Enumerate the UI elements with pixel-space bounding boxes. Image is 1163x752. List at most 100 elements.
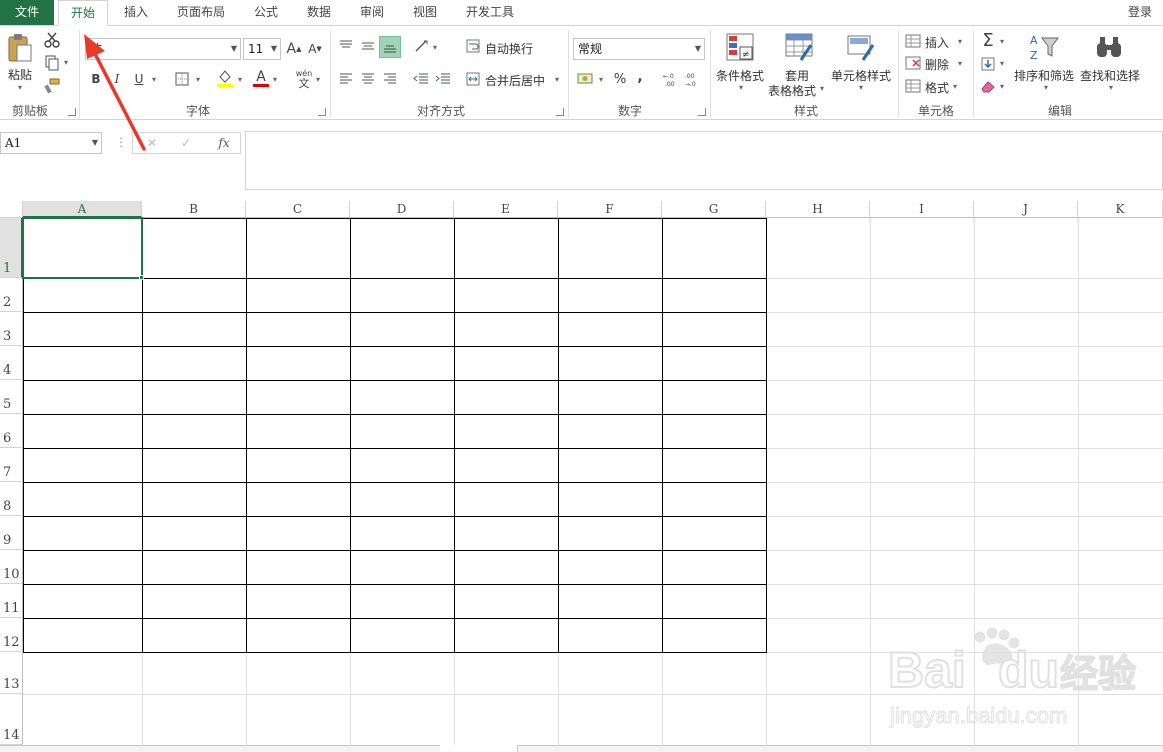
- row-header-7[interactable]: 7: [0, 448, 23, 482]
- borders-dropdown-icon[interactable]: ▾: [196, 75, 200, 84]
- cut-icon[interactable]: [43, 32, 61, 48]
- merge-dropdown-icon[interactable]: ▾: [555, 75, 559, 84]
- tab-view[interactable]: 视图: [402, 0, 448, 25]
- format-cells-button[interactable]: 格式: [925, 79, 949, 96]
- conditional-formatting-icon[interactable]: ≠: [725, 32, 755, 62]
- delete-cells-button[interactable]: 删除: [925, 56, 949, 73]
- select-all-corner[interactable]: [0, 201, 23, 218]
- delete-cells-icon[interactable]: [905, 56, 921, 70]
- increase-decimal-icon[interactable]: ←.0.00: [662, 70, 680, 88]
- merge-center-icon[interactable]: [465, 71, 481, 87]
- column-header-h[interactable]: H: [766, 201, 870, 218]
- paste-dropdown-icon[interactable]: ▾: [18, 83, 22, 92]
- increase-indent-icon[interactable]: [434, 71, 452, 87]
- row-header-5[interactable]: 5: [0, 380, 23, 414]
- column-header-d[interactable]: D: [350, 201, 454, 218]
- font-launcher-icon[interactable]: [318, 108, 326, 116]
- column-header-a[interactable]: A: [23, 201, 142, 218]
- align-middle-icon[interactable]: [360, 38, 376, 54]
- row-header-3[interactable]: 3: [0, 312, 23, 346]
- tab-page-layout[interactable]: 页面布局: [165, 0, 237, 25]
- autosum-dropdown-icon[interactable]: ▾: [1000, 37, 1004, 46]
- cell-styles-button[interactable]: 单元格样式: [831, 67, 891, 84]
- find-dropdown-icon[interactable]: ▾: [1109, 83, 1113, 92]
- format-painter-icon[interactable]: [43, 78, 61, 94]
- formula-input[interactable]: [245, 131, 1163, 190]
- wrap-text-icon[interactable]: [465, 38, 481, 54]
- insert-cells-icon[interactable]: [905, 34, 921, 48]
- format-cells-icon[interactable]: [905, 79, 921, 93]
- font-size-combo[interactable]: 11 ▼: [243, 38, 281, 60]
- percent-style-button[interactable]: %: [612, 70, 628, 88]
- horizontal-scrollbar[interactable]: [517, 745, 1163, 752]
- row-header-11[interactable]: 11: [0, 584, 23, 618]
- fill-color-icon[interactable]: [216, 68, 234, 88]
- column-header-b[interactable]: B: [142, 201, 246, 218]
- row-header-4[interactable]: 4: [0, 346, 23, 380]
- insert-cells-button[interactable]: 插入: [925, 34, 949, 51]
- autosum-icon[interactable]: Σ: [979, 32, 997, 50]
- fill-icon[interactable]: [980, 56, 996, 72]
- align-top-icon[interactable]: [338, 38, 354, 54]
- table-dropdown-icon[interactable]: ▾: [820, 84, 824, 93]
- cell-styles-dropdown-icon[interactable]: ▾: [859, 83, 863, 92]
- phonetic-guide-icon[interactable]: wén 文: [295, 68, 313, 90]
- tab-developer[interactable]: 开发工具: [455, 0, 525, 25]
- column-header-j[interactable]: J: [974, 201, 1078, 218]
- column-header-c[interactable]: C: [246, 201, 350, 218]
- tab-file[interactable]: 文件: [0, 0, 54, 25]
- insert-function-icon[interactable]: fx: [215, 135, 233, 151]
- find-select-button[interactable]: 查找和选择: [1080, 67, 1140, 84]
- tab-home[interactable]: 开始: [58, 0, 108, 26]
- font-color-dropdown-icon[interactable]: ▾: [273, 75, 277, 84]
- row-header-6[interactable]: 6: [0, 414, 23, 448]
- fill-handle[interactable]: [139, 275, 144, 280]
- sort-dropdown-icon[interactable]: ▾: [1044, 83, 1048, 92]
- number-format-combo[interactable]: 常规 ▼: [573, 38, 705, 60]
- sheet-tab-strip[interactable]: [0, 745, 440, 752]
- login-link[interactable]: 登录: [1120, 0, 1160, 25]
- paste-button-label[interactable]: 粘贴: [8, 66, 32, 83]
- format-as-table-line2[interactable]: 表格格式: [768, 82, 816, 99]
- row-header-9[interactable]: 9: [0, 516, 23, 550]
- fill-color-dropdown-icon[interactable]: ▾: [238, 75, 242, 84]
- row-header-13[interactable]: 13: [0, 652, 23, 694]
- align-left-icon[interactable]: [338, 71, 354, 87]
- grow-font-icon[interactable]: A ▲: [286, 40, 302, 58]
- decrease-indent-icon[interactable]: [412, 71, 430, 87]
- alignment-launcher-icon[interactable]: [556, 108, 564, 116]
- font-color-icon[interactable]: A: [252, 68, 270, 88]
- column-header-g[interactable]: G: [662, 201, 766, 218]
- sort-filter-button[interactable]: 排序和筛选: [1014, 67, 1074, 84]
- borders-icon[interactable]: [174, 70, 190, 88]
- column-header-e[interactable]: E: [454, 201, 558, 218]
- row-header-2[interactable]: 2: [0, 278, 23, 312]
- orientation-dropdown-icon[interactable]: ▾: [433, 43, 437, 52]
- align-center-icon[interactable]: [360, 71, 376, 87]
- align-right-icon[interactable]: [382, 71, 398, 87]
- align-bottom-icon[interactable]: [379, 36, 401, 58]
- phonetic-dropdown-icon[interactable]: ▾: [316, 75, 320, 84]
- row-header-14[interactable]: 14: [0, 694, 23, 745]
- tab-data[interactable]: 数据: [296, 0, 342, 25]
- comma-style-button[interactable]: ,: [634, 68, 646, 86]
- format-dropdown-icon[interactable]: ▾: [953, 82, 957, 91]
- paste-icon[interactable]: [6, 32, 34, 64]
- find-select-icon[interactable]: [1094, 34, 1124, 62]
- copy-icon[interactable]: [43, 55, 61, 71]
- column-header-i[interactable]: I: [870, 201, 974, 218]
- column-header-f[interactable]: F: [558, 201, 662, 218]
- accounting-format-icon[interactable]: [576, 70, 596, 88]
- row-header-10[interactable]: 10: [0, 550, 23, 584]
- fill-dropdown-icon[interactable]: ▾: [1000, 59, 1004, 68]
- format-as-table-icon[interactable]: [784, 32, 814, 62]
- row-header-8[interactable]: 8: [0, 482, 23, 516]
- row-header-12[interactable]: 12: [0, 618, 23, 652]
- enter-icon[interactable]: ✓: [179, 135, 193, 151]
- copy-dropdown-icon[interactable]: ▾: [64, 58, 68, 67]
- decrease-decimal-icon[interactable]: .00 →.0: [684, 70, 702, 88]
- row-header-1[interactable]: 1: [0, 218, 23, 278]
- clear-icon[interactable]: [980, 78, 996, 94]
- tab-formulas[interactable]: 公式: [243, 0, 289, 25]
- merge-center-button[interactable]: 合并后居中: [485, 72, 545, 89]
